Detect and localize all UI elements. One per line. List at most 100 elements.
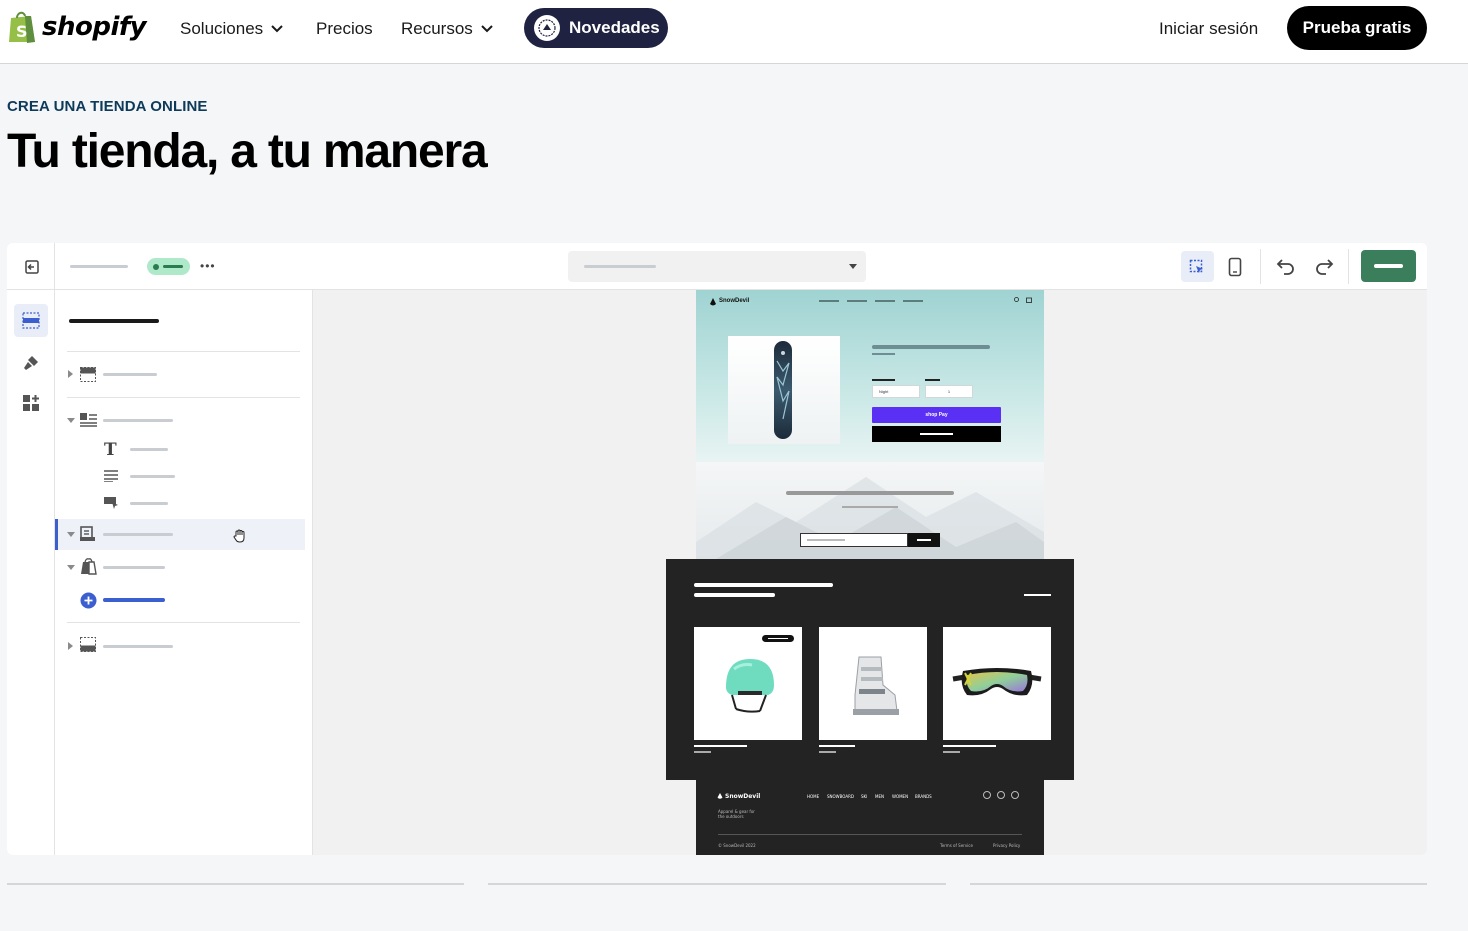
section-label-placeholder	[103, 533, 173, 536]
editor-left-rail	[7, 243, 55, 855]
preview-product-section: SnowDevil Night 1 shop Pay	[696, 290, 1044, 462]
footer-menu-women: WOMEN	[892, 794, 909, 799]
chevron-down-icon[interactable]	[67, 565, 75, 570]
variant-value: Night	[879, 389, 889, 394]
footer-menu-ski: SKI	[861, 794, 868, 799]
quantity-value: 1	[947, 389, 951, 394]
preview-collection-section	[666, 559, 1074, 780]
select-cursor-icon	[1189, 259, 1203, 273]
preview-store-name: SnowDevil	[719, 298, 750, 304]
shop-pay-button: shop Pay	[872, 407, 1001, 423]
hero-title: Tu tienda, a tu manera	[7, 125, 488, 178]
newsletter-section-icon	[80, 526, 95, 541]
nav-item-precios[interactable]: Precios	[316, 19, 373, 39]
product-card-helmet	[694, 627, 802, 740]
header-section-icon	[80, 367, 96, 382]
preview-footer-section: SnowDevil Apparel & gear for the outdoor…	[696, 780, 1044, 855]
store-preview-canvas: SnowDevil Night 1 shop Pay SnowDevil App…	[313, 290, 1427, 855]
theme-name-placeholder	[70, 265, 128, 268]
text-block-icon: T	[104, 440, 117, 460]
linkedin-icon	[1011, 791, 1019, 799]
instagram-icon	[983, 791, 991, 799]
snowdevil-logo-icon	[717, 793, 723, 799]
page-selector[interactable]	[568, 251, 866, 282]
signin-link[interactable]: Iniciar sesión	[1159, 19, 1258, 39]
nav-label: Soluciones	[180, 19, 264, 38]
feature-tab-3[interactable]	[970, 883, 1427, 885]
product-card-goggles	[943, 627, 1051, 740]
chevron-down-icon[interactable]	[67, 418, 75, 423]
feature-tab-2[interactable]	[488, 883, 946, 885]
top-nav: S shopify Soluciones Precios Recursos No…	[0, 0, 1468, 64]
sections-sidebar: T	[55, 290, 313, 855]
shopify-logo[interactable]: S shopify	[7, 10, 147, 44]
section-label-placeholder	[103, 419, 173, 422]
button-block-icon	[104, 497, 118, 509]
paragraph-icon	[104, 470, 118, 482]
add-block-placeholder[interactable]	[103, 598, 165, 602]
featured-product-icon	[81, 558, 97, 575]
search-icon	[1014, 297, 1019, 302]
nav-item-recursos[interactable]: Recursos	[401, 19, 493, 39]
goggles-image	[952, 668, 1042, 696]
add-block-icon[interactable]	[80, 592, 97, 609]
editions-badge-icon	[534, 15, 560, 41]
footer-menu-men: MEN	[875, 794, 884, 799]
section-label-placeholder	[103, 373, 157, 376]
footer-store-name: SnowDevil	[725, 793, 761, 800]
variant-select: Night	[872, 385, 920, 398]
editor-toolbar: •••	[7, 243, 1427, 290]
inspector-toggle[interactable]	[1181, 251, 1214, 282]
sections-icon	[22, 312, 40, 329]
mobile-preview-icon[interactable]	[1228, 257, 1242, 277]
more-actions-icon[interactable]: •••	[200, 260, 216, 272]
footer-copyright: © SnowDevil 2022	[718, 843, 756, 848]
theme-editor-illustration: ••• T SnowDevil Night 1 shop Pay SnowDev…	[7, 243, 1427, 855]
footer-section-icon	[80, 637, 96, 652]
nav-item-soluciones[interactable]: Soluciones	[180, 19, 283, 39]
footer-terms: Terms of Service	[940, 843, 973, 848]
sections-tab[interactable]	[14, 304, 48, 337]
apps-icon[interactable]	[22, 394, 40, 412]
cart-icon	[1026, 297, 1032, 303]
chevron-down-icon	[271, 25, 283, 33]
ski-boot-image	[853, 656, 899, 715]
image-with-text-icon	[80, 413, 97, 427]
brand-wordmark: shopify	[42, 12, 147, 42]
live-status-badge	[147, 258, 190, 275]
chevron-down-icon	[481, 25, 493, 33]
snowdevil-logo-icon	[710, 298, 716, 306]
chevron-down-icon[interactable]	[67, 532, 75, 537]
footer-privacy: Privacy Policy	[993, 843, 1021, 848]
chevron-right-icon[interactable]	[68, 370, 73, 378]
drag-hand-icon[interactable]	[232, 528, 248, 544]
block-label-placeholder	[130, 475, 175, 478]
quantity-stepper: 1	[925, 385, 973, 398]
chevron-down-icon	[849, 264, 857, 269]
theme-settings-brush-icon[interactable]	[22, 354, 40, 372]
hero-kicker: CREA UNA TIENDA ONLINE	[7, 98, 208, 115]
buy-button	[872, 426, 1001, 442]
chevron-right-icon[interactable]	[68, 642, 73, 650]
block-label-placeholder	[130, 448, 168, 451]
snowboard-image	[774, 341, 792, 439]
free-trial-button[interactable]: Prueba gratis	[1287, 6, 1427, 50]
preview-newsletter-section	[696, 462, 1044, 559]
twitter-icon	[997, 791, 1005, 799]
svg-text:S: S	[16, 22, 28, 41]
redo-icon[interactable]	[1314, 256, 1334, 276]
novedades-button[interactable]: Novedades	[524, 8, 668, 48]
footer-menu-home: HOME	[807, 794, 820, 799]
undo-icon[interactable]	[1276, 256, 1296, 276]
footer-tagline: Apparel & gear for the outdoors	[718, 809, 755, 819]
section-label-placeholder	[103, 566, 165, 569]
feature-tab-1[interactable]	[7, 883, 464, 885]
block-label-placeholder	[130, 502, 168, 505]
nav-label: Recursos	[401, 19, 473, 38]
shopify-bag-icon: S	[9, 11, 35, 43]
nav-label: Precios	[316, 19, 373, 38]
footer-menu-brands: BRANDS	[915, 794, 932, 799]
preview-product-image	[728, 336, 840, 444]
save-button[interactable]	[1361, 250, 1416, 282]
footer-menu-snowboard: SNOWBOARD	[827, 794, 854, 799]
